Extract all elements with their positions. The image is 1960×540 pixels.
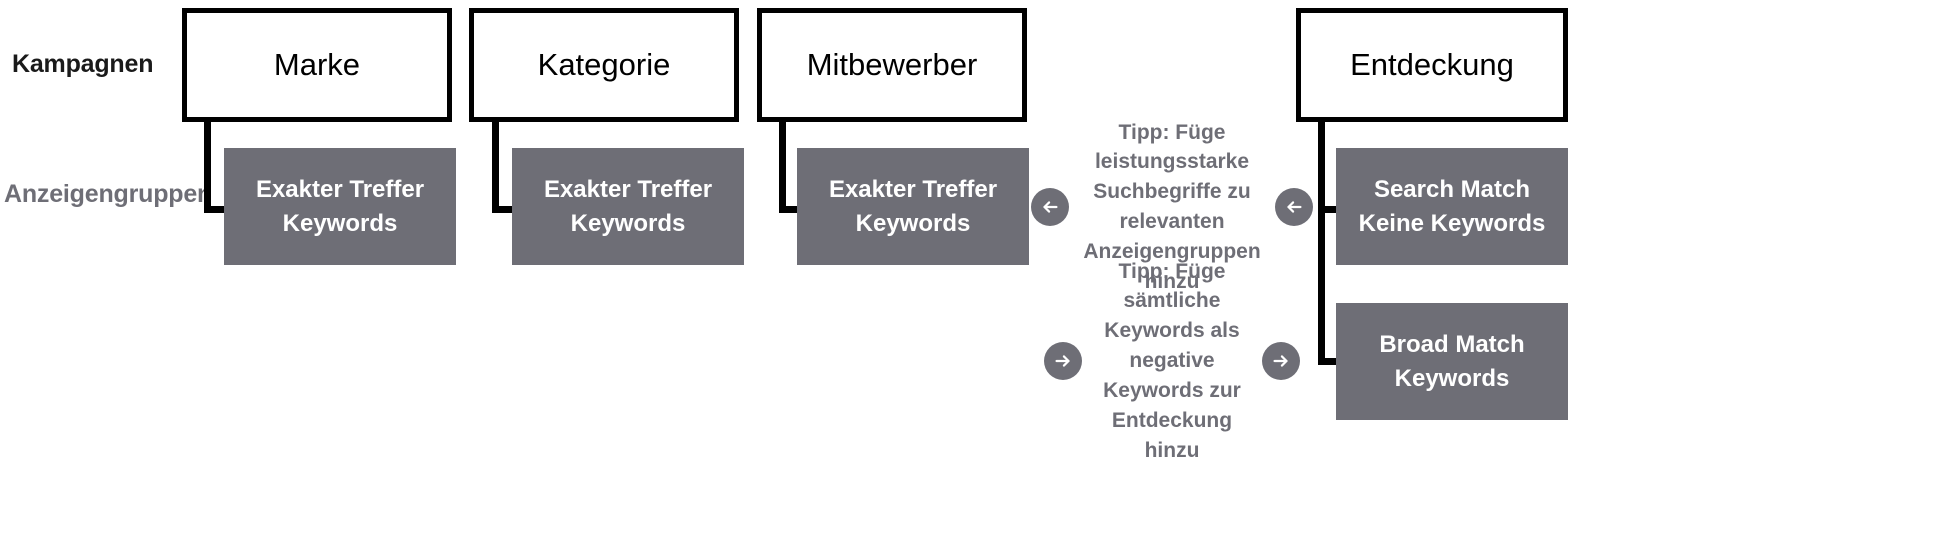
arrow-right-icon: [1044, 342, 1082, 380]
connector-vertical-marke: [204, 118, 211, 213]
row-label-adgroups: Anzeigengruppen: [4, 180, 213, 208]
arrow-left-icon: [1274, 188, 1313, 226]
campaign-label-mitbewerber: Mitbewerber: [806, 47, 978, 83]
adgroup-label-kategorie-exact-match: Exakter Treffer Keywords: [543, 176, 713, 237]
adgroup-label-marke-exact-match: Exakter Treffer Keywords: [255, 176, 425, 237]
tip-group-add-negative-keywords: Tipp: Füge sämtliche Keywords als negati…: [1044, 260, 1300, 462]
adgroup-box-mitbewerber-exact-match[interactable]: Exakter Treffer Keywords: [797, 148, 1029, 265]
connector-vertical-mitbewerber: [779, 118, 786, 213]
campaign-box-kategorie[interactable]: Kategorie: [469, 8, 739, 122]
campaign-box-marke[interactable]: Marke: [182, 8, 452, 122]
tip-text-add-negative-keywords: Tipp: Füge sämtliche Keywords als negati…: [1103, 259, 1241, 462]
adgroup-box-marke-exact-match[interactable]: Exakter Treffer Keywords: [224, 148, 456, 265]
campaign-label-kategorie: Kategorie: [537, 47, 671, 83]
campaign-label-entdeckung: Entdeckung: [1350, 47, 1514, 83]
connector-vertical-kategorie: [492, 118, 499, 213]
campaign-label-marke: Marke: [273, 47, 361, 83]
adgroup-box-kategorie-exact-match[interactable]: Exakter Treffer Keywords: [512, 148, 744, 265]
arrow-left-icon: [1031, 188, 1070, 226]
adgroup-label-mitbewerber-exact-match: Exakter Treffer Keywords: [828, 176, 998, 237]
adgroup-box-entdeckung-search-match[interactable]: Search Match Keine Keywords: [1336, 148, 1568, 265]
arrow-right-icon: [1262, 342, 1300, 380]
adgroup-label-entdeckung-broad-match: Broad Match Keywords: [1379, 331, 1525, 392]
diagram-canvas: Kampagnen Anzeigengruppen Marke Kategori…: [0, 0, 1960, 540]
row-label-campaigns: Kampagnen: [12, 50, 154, 78]
campaign-box-entdeckung[interactable]: Entdeckung: [1296, 8, 1568, 122]
adgroup-label-entdeckung-search-match: Search Match Keine Keywords: [1358, 176, 1546, 237]
campaign-box-mitbewerber[interactable]: Mitbewerber: [757, 8, 1027, 122]
connector-vertical-entdeckung: [1318, 118, 1325, 365]
adgroup-box-entdeckung-broad-match[interactable]: Broad Match Keywords: [1336, 303, 1568, 420]
